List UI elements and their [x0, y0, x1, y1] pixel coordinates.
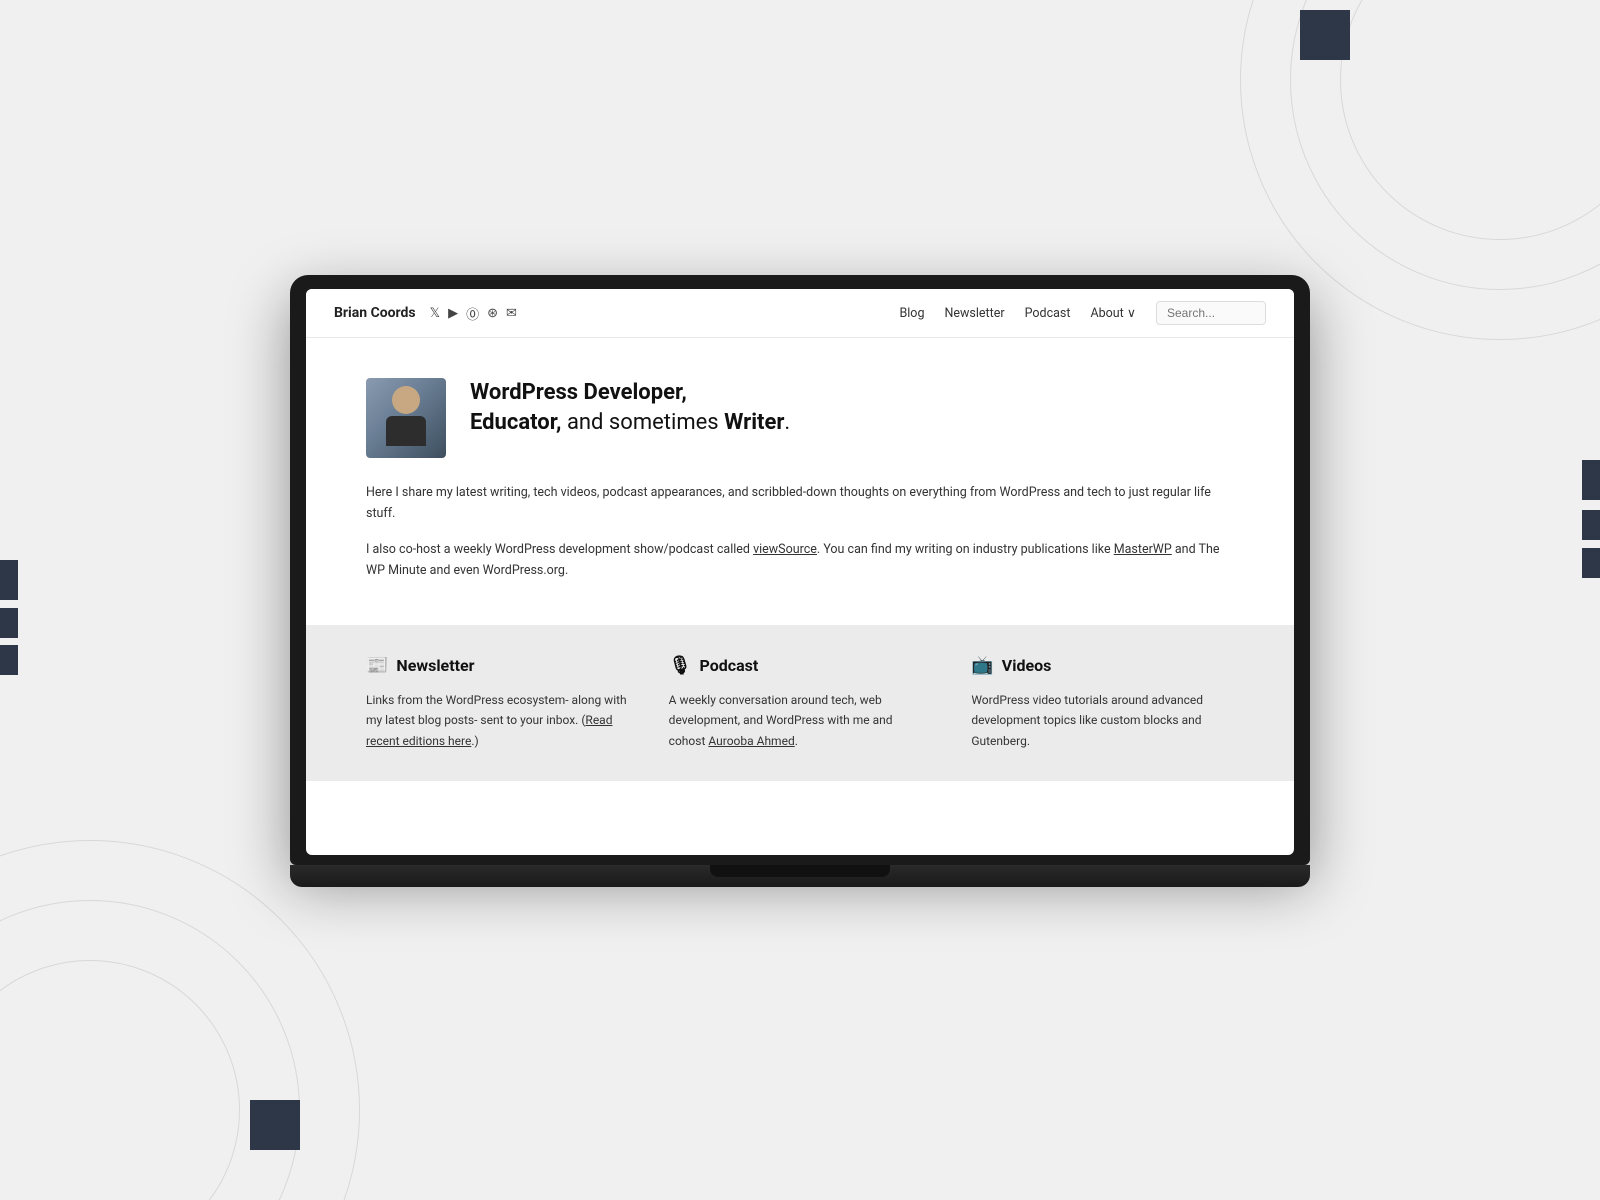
circle-bottom-left-1 [0, 960, 240, 1200]
avatar-head [392, 386, 420, 414]
aurooba-link[interactable]: Aurooba Ahmed [708, 734, 794, 748]
mastodon-icon[interactable]: ✉ [506, 306, 517, 321]
hero-inner: WordPress Developer, Educator, and somet… [366, 378, 1234, 458]
laptop: Brian Coords 𝕏 ▶ ⓪ ⊛ ✉ Blog Newsletter P… [290, 275, 1310, 925]
laptop-screen: Brian Coords 𝕏 ▶ ⓪ ⊛ ✉ Blog Newsletter P… [306, 289, 1294, 855]
newsletter-section: 📰 Newsletter Links from the WordPress ec… [366, 655, 629, 751]
rect-left-2 [0, 608, 18, 638]
masterwp-link[interactable]: MasterWP [1114, 542, 1172, 557]
newsletter-text: Links from the WordPress ecosystem- alon… [366, 690, 629, 751]
hero-paragraph-1: Here I share my latest writing, tech vid… [366, 482, 1234, 525]
newsletter-icon: 📰 [366, 655, 388, 676]
github-icon[interactable]: ⊛ [487, 306, 498, 321]
circle-top-right-2 [1290, 0, 1600, 290]
rect-right-2 [1582, 510, 1600, 540]
hero-section: WordPress Developer, Educator, and somet… [306, 338, 1294, 625]
hero-paragraph-2: I also co-host a weekly WordPress develo… [366, 539, 1234, 582]
rect-right-1 [1582, 460, 1600, 500]
hero-headline: WordPress Developer, Educator, and somet… [470, 378, 790, 437]
nav-about[interactable]: About ∨ [1090, 305, 1136, 321]
podcast-title: 🎙 Podcast [669, 655, 932, 676]
podcast-text: A weekly conversation around tech, web d… [669, 690, 932, 751]
nav-icons: 𝕏 ▶ ⓪ ⊛ ✉ [430, 304, 517, 323]
avatar-body [386, 416, 426, 446]
sections-row: 📰 Newsletter Links from the WordPress ec… [306, 625, 1294, 781]
twitter-icon[interactable]: 𝕏 [430, 306, 440, 321]
nav-blog[interactable]: Blog [899, 306, 924, 321]
rect-top-right [1300, 10, 1350, 60]
newsletter-title: 📰 Newsletter [366, 655, 629, 676]
nav-right: Blog Newsletter Podcast About ∨ [899, 301, 1266, 325]
avatar [366, 378, 446, 458]
circle-top-right-1 [1340, 0, 1600, 240]
videos-section: 📺 Videos WordPress video tutorials aroun… [971, 655, 1234, 751]
nav-newsletter[interactable]: Newsletter [944, 306, 1004, 321]
rect-bottom-left [250, 1100, 300, 1150]
site-logo[interactable]: Brian Coords [334, 305, 416, 321]
rect-left-3 [0, 645, 18, 675]
youtube-icon[interactable]: ▶ [448, 306, 458, 321]
videos-title: 📺 Videos [971, 655, 1234, 676]
laptop-bezel: Brian Coords 𝕏 ▶ ⓪ ⊛ ✉ Blog Newsletter P… [290, 275, 1310, 865]
videos-text: WordPress video tutorials around advance… [971, 690, 1234, 751]
nav-left: Brian Coords 𝕏 ▶ ⓪ ⊛ ✉ [334, 304, 517, 323]
laptop-base [290, 865, 1310, 887]
rect-right-3 [1582, 548, 1600, 578]
search-input[interactable] [1156, 301, 1266, 325]
podcast-section: 🎙 Podcast A weekly conversation around t… [669, 655, 932, 751]
rect-left-1 [0, 560, 18, 600]
viewsource-link[interactable]: viewSource [753, 542, 817, 557]
podcast-icon: 🎙 [669, 655, 692, 676]
videos-icon: 📺 [971, 655, 993, 676]
wordpress-icon[interactable]: ⓪ [466, 304, 479, 323]
site-nav: Brian Coords 𝕏 ▶ ⓪ ⊛ ✉ Blog Newsletter P… [306, 289, 1294, 338]
nav-podcast[interactable]: Podcast [1025, 306, 1071, 321]
laptop-hinge [710, 865, 890, 877]
circle-bottom-left-2 [0, 900, 300, 1200]
